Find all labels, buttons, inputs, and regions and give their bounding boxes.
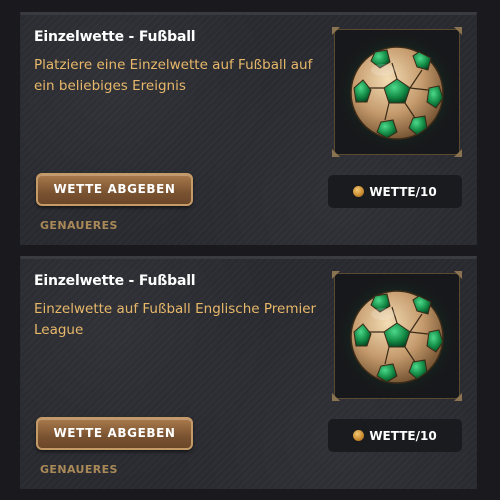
card-title: Einzelwette - Fußball xyxy=(34,273,196,289)
bet-cost-badge: WETTE/10 xyxy=(328,175,462,208)
coin-icon xyxy=(353,186,365,197)
soccer-ball-image xyxy=(332,27,462,157)
soccer-ball-image xyxy=(332,271,462,401)
bet-offer-card: Einzelwette - Fußball Einzelwette auf Fu… xyxy=(20,256,477,489)
bet-cost-label: WETTE/10 xyxy=(369,428,437,443)
card-title: Einzelwette - Fußball xyxy=(34,29,196,45)
bet-offers-list: Einzelwette - Fußball Platziere eine Ein… xyxy=(0,0,500,500)
details-link[interactable]: GENAUERES xyxy=(40,463,118,476)
place-bet-button[interactable]: WETTE ABGEBEN xyxy=(36,173,193,206)
bet-cost-label: WETTE/10 xyxy=(369,184,437,199)
card-description: Einzelwette auf Fußball Englische Premie… xyxy=(34,301,317,338)
bet-cost-badge: WETTE/10 xyxy=(328,419,462,452)
soccer-ball-icon xyxy=(337,276,457,396)
soccer-ball-icon xyxy=(337,32,457,152)
bet-offer-card: Einzelwette - Fußball Platziere eine Ein… xyxy=(20,12,477,245)
card-description: Platziere eine Einzelwette auf Fußball a… xyxy=(34,57,313,94)
place-bet-button[interactable]: WETTE ABGEBEN xyxy=(36,417,193,450)
details-link[interactable]: GENAUERES xyxy=(40,219,118,232)
coin-icon xyxy=(353,430,365,441)
